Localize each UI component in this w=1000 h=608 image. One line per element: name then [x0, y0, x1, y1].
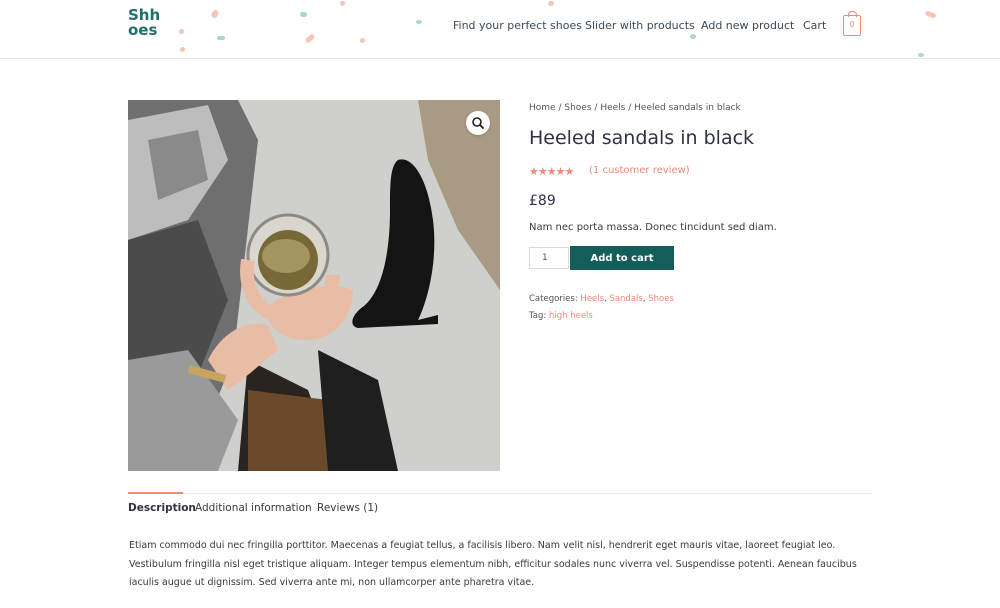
nav-cart[interactable]: Cart — [803, 19, 826, 35]
logo-line-2: oes — [128, 21, 158, 39]
confetti-decoration — [300, 12, 307, 17]
quantity-input[interactable] — [529, 247, 569, 269]
nav-add-product[interactable]: Add new product — [701, 19, 794, 35]
breadcrumb-heels[interactable]: Heels — [600, 103, 625, 113]
categories-label: Categories: — [529, 294, 578, 304]
tag-link[interactable]: high heels — [549, 311, 593, 321]
tab-reviews[interactable]: Reviews (1) — [317, 502, 378, 514]
product-image[interactable] — [128, 100, 500, 471]
customer-review-link[interactable]: (1 customer review) — [589, 165, 690, 176]
product-categories: Categories: Heels, Sandals, Shoes — [529, 294, 674, 304]
tabs-divider — [128, 493, 872, 494]
breadcrumb-separator: / — [628, 103, 632, 113]
category-link-heels[interactable]: Heels — [580, 294, 604, 304]
tab-additional-information[interactable]: Additional information — [195, 502, 312, 514]
site-header: Shh oes Find your perfect shoes Slider w… — [0, 0, 1000, 59]
confetti-decoration — [210, 9, 220, 19]
confetti-decoration — [180, 47, 185, 52]
star-rating: ★★★★★ — [529, 165, 574, 178]
nav-find-shoes[interactable]: Find your perfect shoes — [453, 19, 582, 35]
active-tab-indicator — [128, 492, 183, 494]
confetti-decoration — [360, 38, 365, 43]
confetti-decoration — [179, 29, 184, 34]
confetti-decoration — [340, 1, 345, 6]
confetti-decoration — [217, 36, 225, 40]
short-description: Nam nec porta massa. Donec tincidunt sed… — [529, 222, 777, 233]
confetti-decoration — [548, 1, 554, 6]
product-photo — [128, 100, 500, 471]
category-link-shoes[interactable]: Shoes — [648, 294, 674, 304]
breadcrumb: Home / Shoes / Heels / Heeled sandals in… — [529, 103, 741, 113]
nav-slider-products[interactable]: Slider with products — [585, 19, 695, 35]
product-title: Heeled sandals in black — [529, 127, 755, 149]
product-tag: Tag: high heels — [529, 311, 593, 321]
add-to-cart-button[interactable]: Add to cart — [570, 246, 674, 270]
breadcrumb-shoes[interactable]: Shoes — [564, 103, 591, 113]
product-price: £89 — [529, 193, 556, 209]
site-logo[interactable]: Shh oes — [128, 8, 162, 38]
description-text: Etiam commodo dui nec fringilla porttito… — [129, 540, 857, 588]
breadcrumb-separator: / — [558, 103, 562, 113]
tag-label: Tag: — [529, 311, 547, 321]
cart-bag-icon[interactable]: 0 — [843, 11, 861, 36]
confetti-decoration — [304, 33, 316, 44]
magnifier-icon — [472, 117, 485, 130]
category-link-sandals[interactable]: Sandals — [609, 294, 642, 304]
zoom-button[interactable] — [466, 111, 490, 135]
tab-description[interactable]: Description — [128, 502, 196, 514]
breadcrumb-separator: / — [594, 103, 598, 113]
confetti-decoration — [416, 20, 422, 24]
breadcrumb-current: Heeled sandals in black — [634, 103, 741, 113]
confetti-decoration — [918, 53, 924, 57]
confetti-decoration — [924, 10, 937, 19]
breadcrumb-home[interactable]: Home — [529, 103, 556, 113]
